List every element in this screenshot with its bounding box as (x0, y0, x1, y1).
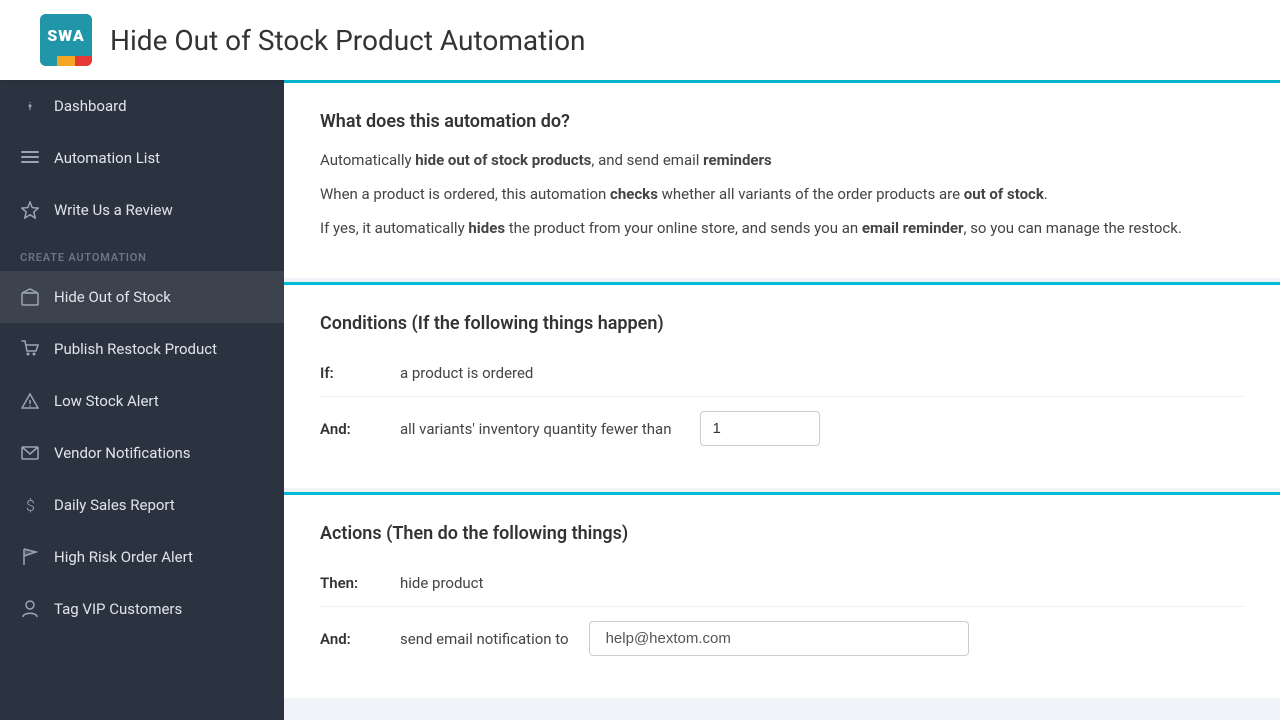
line2-mid1: whether all variants of the order produc… (658, 185, 964, 203)
condition-row-2: And: all variants' inventory quantity fe… (320, 397, 1244, 460)
sidebar-item-high-risk-order-alert-label: High Risk Order Alert (54, 548, 193, 566)
actions-title: Actions (Then do the following things) (320, 523, 1244, 544)
content-area: What does this automation do? Automatica… (284, 80, 1280, 720)
what-does-line3: If yes, it automatically hides the produ… (320, 216, 1244, 240)
what-does-title: What does this automation do? (320, 111, 1244, 132)
sidebar-item-daily-sales-report[interactable]: $ Daily Sales Report (0, 479, 284, 531)
condition-if-label: If: (320, 364, 380, 382)
line2-bold1: checks (610, 185, 658, 203)
actions-section: Actions (Then do the following things) T… (284, 492, 1280, 698)
line3-pre: If yes, it automatically (320, 219, 468, 237)
action-and-text: send email notification to (400, 630, 569, 648)
line2-mid2: . (1044, 185, 1048, 203)
action-row-2: And: send email notification to (320, 607, 1244, 670)
line3-bold1: hides (468, 219, 505, 237)
sidebar-item-hide-out-of-stock-label: Hide Out of Stock (54, 288, 171, 306)
line3-bold2: email reminder (862, 219, 964, 237)
line2-pre: When a product is ordered, this automati… (320, 185, 610, 203)
sidebar-item-write-review[interactable]: Write Us a Review (0, 184, 284, 236)
action-then-text: hide product (400, 574, 483, 592)
condition-if-text: a product is ordered (400, 364, 533, 382)
email-notification-input[interactable] (589, 621, 969, 656)
svg-text:i: i (29, 100, 32, 113)
what-does-line1: Automatically hide out of stock products… (320, 148, 1244, 172)
box-icon (20, 287, 40, 307)
sidebar-item-daily-sales-report-label: Daily Sales Report (54, 496, 175, 514)
what-does-line2: When a product is ordered, this automati… (320, 182, 1244, 206)
sidebar-item-low-stock-alert-label: Low Stock Alert (54, 392, 159, 410)
svg-text:$: $ (26, 496, 35, 514)
sidebar-item-low-stock-alert[interactable]: Low Stock Alert (0, 375, 284, 427)
app-logo: SWA (40, 14, 92, 66)
line1-bold1: hide out of stock products (415, 151, 591, 169)
condition-row-1: If: a product is ordered (320, 350, 1244, 397)
star-icon (20, 200, 40, 220)
sidebar-item-vendor-notifications-label: Vendor Notifications (54, 444, 191, 462)
line1-pre: Automatically (320, 151, 415, 169)
top-header: SWA Hide Out of Stock Product Automation (0, 0, 1280, 80)
line3-end: , so you can manage the restock. (964, 219, 1182, 237)
line3-mid1: the product from your online store, and … (505, 219, 862, 237)
sidebar-item-automation-list[interactable]: Automation List (0, 132, 284, 184)
cart-icon (20, 339, 40, 359)
logo-text: SWA (40, 14, 92, 56)
condition-and-label: And: (320, 420, 380, 438)
main-layout: i Dashboard Automation List Write Us (0, 80, 1280, 720)
person-icon (20, 599, 40, 619)
inventory-quantity-input[interactable] (700, 411, 820, 446)
page-title: Hide Out of Stock Product Automation (110, 24, 586, 57)
sidebar-item-write-review-label: Write Us a Review (54, 201, 173, 219)
sidebar-item-hide-out-of-stock[interactable]: Hide Out of Stock (0, 271, 284, 323)
sidebar-item-publish-restock[interactable]: Publish Restock Product (0, 323, 284, 375)
create-automation-label: CREATE AUTOMATION (20, 251, 147, 264)
sidebar-item-tag-vip-customers[interactable]: Tag VIP Customers (0, 583, 284, 635)
action-and-label: And: (320, 630, 380, 648)
sidebar-item-dashboard-label: Dashboard (54, 97, 127, 115)
line2-bold2: out of stock (964, 185, 1044, 203)
condition-and-text: all variants' inventory quantity fewer t… (400, 420, 672, 438)
mail-icon (20, 443, 40, 463)
sidebar-item-high-risk-order-alert[interactable]: High Risk Order Alert (0, 531, 284, 583)
sidebar-item-automation-list-label: Automation List (54, 149, 160, 167)
what-does-section: What does this automation do? Automatica… (284, 80, 1280, 278)
sidebar: i Dashboard Automation List Write Us (0, 80, 284, 720)
dashboard-icon: i (20, 96, 40, 116)
line1-mid: , and send email (591, 151, 703, 169)
sidebar-item-dashboard[interactable]: i Dashboard (0, 80, 284, 132)
conditions-title: Conditions (If the following things happ… (320, 313, 1244, 334)
action-then-label: Then: (320, 574, 380, 592)
logo-stripe (40, 56, 92, 66)
warning-icon (20, 391, 40, 411)
flag-icon (20, 547, 40, 567)
dollar-icon: $ (20, 495, 40, 515)
sidebar-item-tag-vip-customers-label: Tag VIP Customers (54, 600, 182, 618)
sidebar-item-vendor-notifications[interactable]: Vendor Notifications (0, 427, 284, 479)
sidebar-item-publish-restock-label: Publish Restock Product (54, 340, 217, 358)
list-icon (20, 148, 40, 168)
action-row-1: Then: hide product (320, 560, 1244, 607)
conditions-section: Conditions (If the following things happ… (284, 282, 1280, 488)
line1-bold2: reminders (703, 151, 772, 169)
create-automation-divider: CREATE AUTOMATION (0, 236, 284, 271)
